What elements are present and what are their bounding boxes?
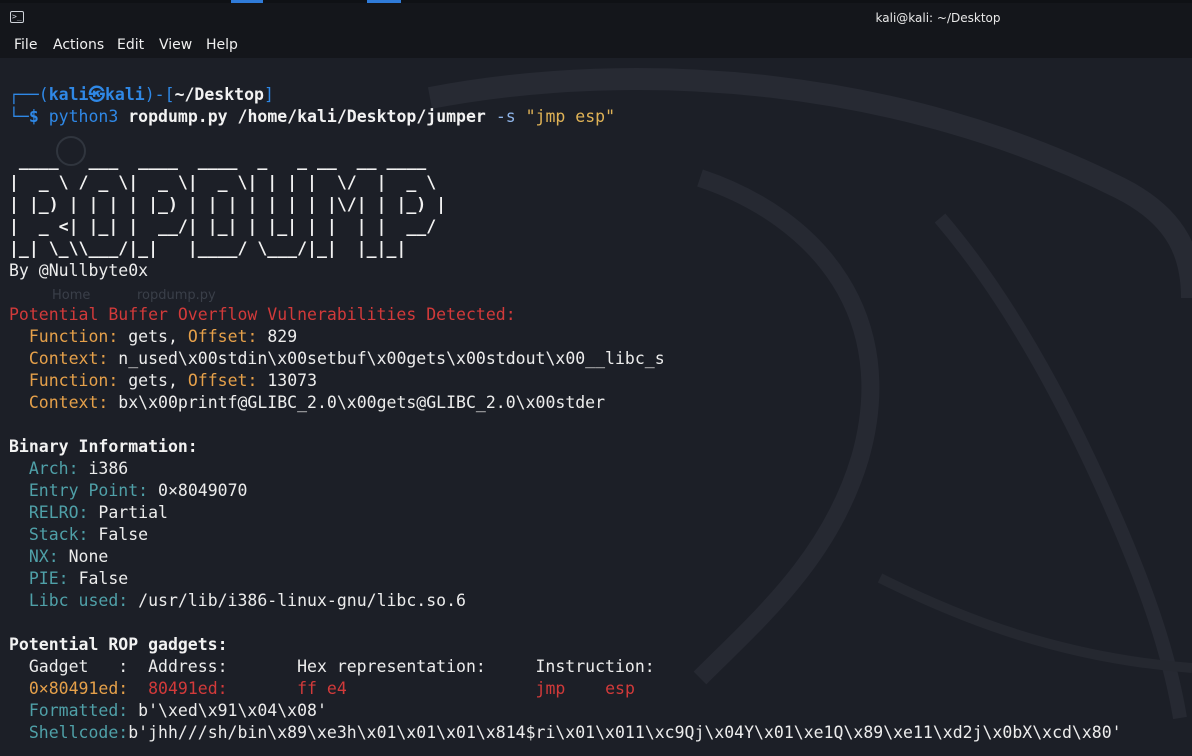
menu-file[interactable]: File: [14, 37, 37, 53]
prompt-line-1: ┌──(kali㉿kali)-[~/Desktop]: [9, 85, 274, 104]
binary-field: NX: None: [9, 546, 109, 568]
field-value: Partial: [98, 503, 168, 522]
menu-help[interactable]: Help: [206, 37, 238, 53]
command-argument: "jmp esp": [525, 107, 616, 126]
field-label: Arch:: [28, 459, 79, 478]
formatted-label: Formatted:: [28, 701, 129, 720]
context-value: bx\x00printf@GLIBC_2.0\x00gets@GLIBC_2.0…: [118, 393, 606, 412]
desktop-ghost-label: Home: [52, 288, 91, 303]
terminal-icon: >_: [10, 11, 24, 23]
banner-line: ____ ___ ____ ____ _ _ __ __ ____: [9, 151, 447, 170]
top-panel-strip: [0, 0, 1192, 3]
gadget-instruction: jmp esp: [535, 679, 635, 698]
prompt-path: ~/Desktop: [174, 85, 264, 104]
shellcode-value: b'jhh///sh/bin\x89\xe3h\x01\x01\x01\x814…: [128, 723, 1122, 742]
field-label: Entry Point:: [28, 481, 149, 500]
formatted-value: b'\xed\x91\x04\x08': [138, 701, 327, 720]
offset-value: 13073: [267, 371, 317, 390]
command-python: python3: [48, 107, 119, 126]
field-label: NX:: [28, 547, 59, 566]
gadget-hex: ff e4: [297, 679, 347, 698]
field-value: 0×8049070: [158, 481, 248, 500]
banner-line: |_| \_\\___/|_| |____/ \___/|_| |_|_|: [9, 239, 447, 258]
function-label: Function:: [28, 371, 119, 390]
command-flag: -s: [495, 107, 516, 126]
binary-field: RELRO: Partial: [9, 502, 168, 524]
binary-info-heading: Binary Information:: [9, 437, 198, 456]
banner-line: | _ <| |_| | __/| |_| | |_| | | | | __/: [9, 217, 447, 236]
offset-label: Offset:: [187, 371, 258, 390]
function-label: Function:: [28, 327, 119, 346]
vuln-context-line: Context: n_used\x00stdin\x00setbuf\x00ge…: [9, 348, 665, 370]
vulnerabilities-heading: Potential Buffer Overflow Vulnerabilitie…: [9, 305, 516, 324]
workspace-indicator[interactable]: [231, 0, 263, 3]
binary-field: PIE: False: [9, 568, 128, 590]
offset-value: 829: [267, 327, 298, 346]
field-value: /usr/lib/i386-linux-gnu/libc.so.6: [138, 591, 466, 610]
banner-line: | _ \ / _ \| _ \| _ \| | | | \/ | _ \: [9, 173, 447, 192]
menu-view[interactable]: View: [159, 37, 192, 53]
binary-field: Entry Point: 0×8049070: [9, 480, 248, 502]
field-label: PIE:: [28, 569, 69, 588]
gadget-value: 0×80491ed:: [28, 679, 129, 698]
context-label: Context:: [28, 393, 109, 412]
field-label: RELRO:: [28, 503, 89, 522]
prompt-host: kali: [105, 85, 145, 104]
rop-gadget-row: 0×80491ed: 80491ed: ff e4 jmp esp: [9, 678, 635, 700]
terminal-output[interactable]: Home ropdump.py ┌──(kali㉿kali)-[~/Deskto…: [0, 58, 1192, 756]
shellcode-label: Shellcode:: [28, 723, 129, 742]
field-value: None: [68, 547, 109, 566]
vuln-function-line: Function: gets, Offset: 13073: [28, 371, 317, 390]
field-value: False: [78, 569, 129, 588]
window-title: kali@kali: ~/Desktop: [875, 11, 1001, 25]
menu-actions[interactable]: Actions: [53, 37, 104, 53]
prompt-user: kali: [48, 85, 89, 104]
prompt-dollar: $: [28, 107, 39, 126]
gadget-address: 80491ed:: [148, 679, 228, 698]
vuln-context-line: Context: bx\x00printf@GLIBC_2.0\x00gets@…: [9, 392, 605, 414]
binary-field: Libc used: /usr/lib/i386-linux-gnu/libc.…: [9, 590, 466, 612]
field-label: Stack:: [28, 525, 89, 544]
context-value: n_used\x00stdin\x00setbuf\x00gets\x00std…: [118, 349, 665, 368]
context-label: Context:: [28, 349, 109, 368]
byline: By @Nullbyte0x: [9, 261, 149, 280]
binary-field: Arch: i386: [9, 458, 128, 480]
command-script: ropdump.py: [128, 107, 228, 126]
rop-heading: Potential ROP gadgets:: [9, 635, 228, 654]
menu-edit[interactable]: Edit: [117, 37, 144, 53]
function-value: gets: [128, 327, 168, 346]
field-value: False: [98, 525, 149, 544]
prompt-line-2: └─$ python3 ropdump.py /home/kali/Deskto…: [9, 107, 616, 126]
shellcode-line: Shellcode:b'jhh///sh/bin\x89\xe3h\x01\x0…: [9, 722, 1122, 744]
binary-field: Stack: False: [9, 524, 148, 546]
field-label: Libc used:: [28, 591, 129, 610]
prompt-at-symbol: ㉿: [88, 85, 106, 104]
desktop-ghost-label: ropdump.py: [137, 288, 216, 303]
menu-bar: File Actions Edit View Help: [0, 36, 1192, 58]
banner-line: | |_) | | | | |_) | | | | | | | |\/| | |…: [9, 195, 447, 214]
command-target: /home/kali/Desktop/jumper: [237, 107, 486, 126]
offset-label: Offset:: [187, 327, 258, 346]
formatted-line: Formatted: b'\xed\x91\x04\x08': [9, 700, 327, 722]
rop-columns: Gadget : Address: Hex representation: In…: [9, 657, 655, 676]
title-bar: >_ kali@kali: ~/Desktop: [0, 0, 1192, 36]
field-value: i386: [88, 459, 129, 478]
workspace-indicator[interactable]: [367, 0, 401, 3]
vuln-function-line: Function: gets, Offset: 829: [28, 327, 298, 346]
function-value: gets: [128, 371, 168, 390]
